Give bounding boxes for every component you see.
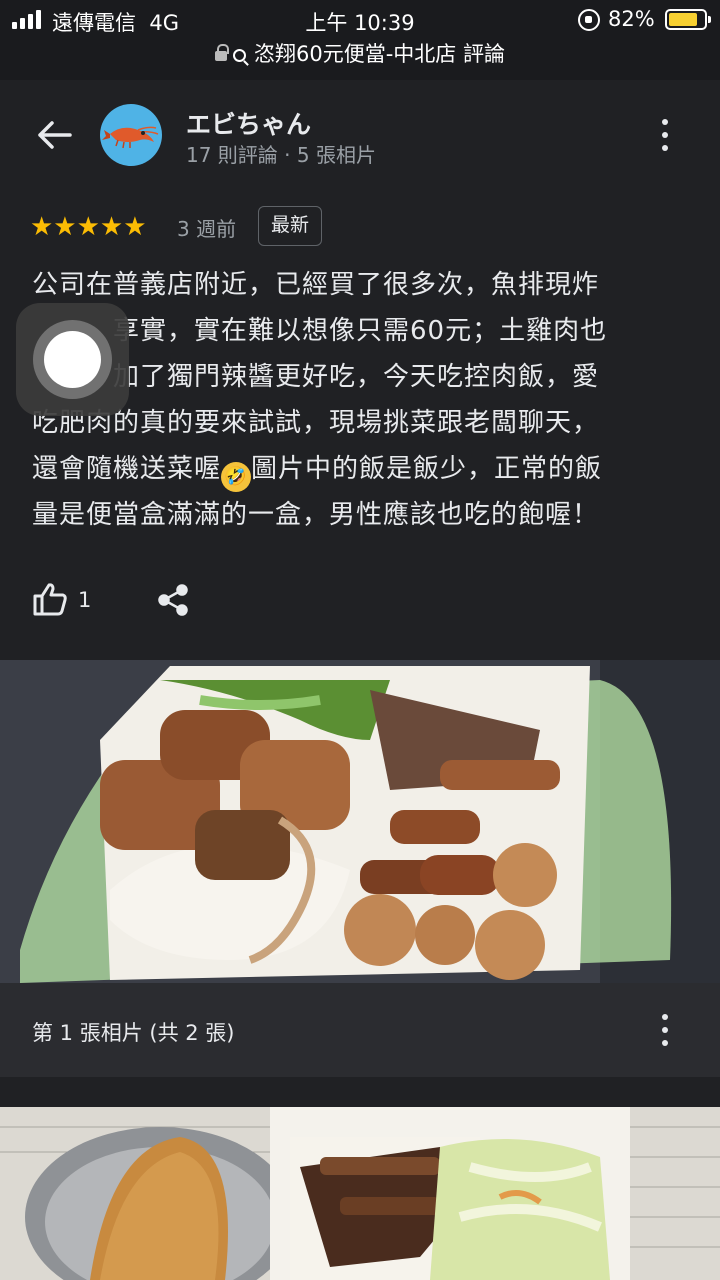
- star-rating: ★★★★★: [30, 212, 147, 242]
- search-icon: [233, 49, 246, 62]
- bento-photo-2-image: [0, 1107, 720, 1280]
- battery-icon: [665, 9, 711, 30]
- lock-icon: [215, 44, 229, 61]
- photo-more-vert-icon[interactable]: [662, 1014, 668, 1046]
- review-photo-1[interactable]: [0, 660, 720, 983]
- photo-caption: 第 1 張相片 (共 2 張): [32, 1021, 235, 1045]
- orientation-lock-icon: [578, 9, 600, 31]
- like-count: 1: [78, 588, 92, 612]
- rofl-emoji-icon: 🤣: [221, 462, 252, 492]
- review-time: 3 週前: [177, 217, 237, 241]
- thumbs-up-icon[interactable]: [32, 582, 68, 616]
- more-vert-icon[interactable]: [662, 119, 668, 151]
- assistive-touch-button[interactable]: [16, 303, 129, 416]
- shrimp-icon: [102, 126, 159, 149]
- reviewer-name[interactable]: エビちゃん: [186, 105, 311, 141]
- avatar[interactable]: [100, 104, 162, 166]
- battery-percent: 82%: [608, 7, 655, 31]
- newest-badge: 最新: [258, 206, 323, 246]
- url-title: 恣翔60元便當-中北店 評論: [254, 42, 505, 66]
- url-bar[interactable]: 恣翔60元便當-中北店 評論: [0, 38, 720, 70]
- reviewer-stats: 17 則評論 · 5 張相片: [186, 143, 376, 167]
- share-icon[interactable]: [158, 584, 188, 616]
- back-arrow-icon[interactable]: [36, 120, 72, 150]
- browser-top-bar: 遠傳電信 4G 上午 10:39 82% 恣翔60元便當-中北店 評論: [0, 0, 720, 80]
- battery-fill: [669, 13, 697, 26]
- review-text: 公司在普義店附近，已經買了很多次，魚排現炸 享實，實在難以想像只需60元；土雞肉…: [32, 262, 692, 538]
- review-photo-2[interactable]: [0, 1107, 720, 1280]
- bento-photo-1-image: [0, 660, 720, 983]
- status-bar: 遠傳電信 4G 上午 10:39 82%: [0, 0, 720, 40]
